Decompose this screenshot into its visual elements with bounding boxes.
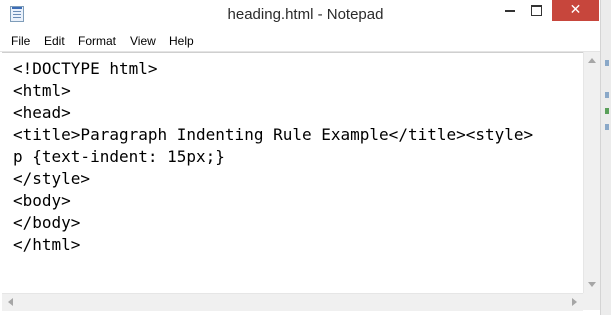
background-icon <box>605 124 609 130</box>
menu-view[interactable]: View <box>130 34 156 48</box>
close-icon: ✕ <box>569 2 582 18</box>
scroll-right-icon[interactable] <box>572 298 577 306</box>
editor-line: </style> <box>13 169 91 188</box>
editor-line: p {text-indent: 15px;} <box>13 147 225 166</box>
menu-file[interactable]: File <box>11 34 30 48</box>
background-window-edge <box>600 0 611 315</box>
editor-line: <!DOCTYPE html> <box>13 59 158 78</box>
menu-edit[interactable]: Edit <box>44 34 65 48</box>
minimize-button[interactable] <box>496 0 523 21</box>
scroll-up-icon[interactable] <box>588 58 596 63</box>
menu-format[interactable]: Format <box>78 34 116 48</box>
title-bar[interactable]: heading.html - Notepad ✕ <box>0 0 611 31</box>
scroll-left-icon[interactable] <box>8 298 13 306</box>
editor-line: </html> <box>13 235 81 254</box>
notepad-window: heading.html - Notepad ✕ File Edit Forma… <box>0 0 611 315</box>
close-button[interactable]: ✕ <box>552 0 599 21</box>
horizontal-scrollbar[interactable] <box>2 293 583 311</box>
editor-line: </body> <box>13 213 81 232</box>
maximize-button[interactable] <box>523 0 550 21</box>
vertical-scrollbar[interactable] <box>583 52 601 293</box>
menu-bar: File Edit Format View Help <box>0 31 600 52</box>
background-icon <box>605 60 609 66</box>
background-icon <box>605 92 609 98</box>
minimize-icon <box>505 10 515 12</box>
size-grip[interactable] <box>583 293 600 310</box>
text-editor[interactable]: <!DOCTYPE html> <html> <head> <title>Par… <box>2 52 583 293</box>
maximize-icon <box>531 5 542 16</box>
editor-line: <html> <box>13 81 71 100</box>
editor-line: <body> <box>13 191 71 210</box>
scroll-down-icon[interactable] <box>588 282 596 287</box>
editor-line: <head> <box>13 103 71 122</box>
menu-help[interactable]: Help <box>169 34 194 48</box>
background-icon <box>605 108 609 114</box>
editor-line: <title>Paragraph Indenting Rule Example<… <box>13 125 534 144</box>
